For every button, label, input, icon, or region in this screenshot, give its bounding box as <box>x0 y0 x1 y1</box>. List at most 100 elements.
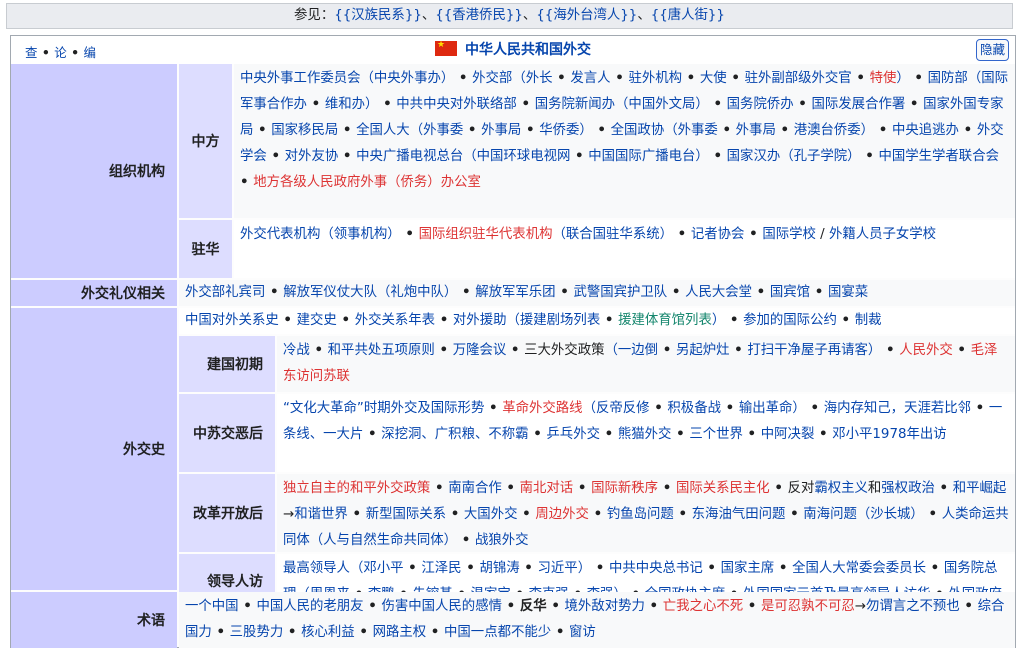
navbox-link[interactable]: 南北对话 <box>520 481 574 496</box>
navbox-link[interactable]: 中央广播电视总台 <box>356 149 463 164</box>
navbox-link[interactable]: 国务院侨办 <box>727 97 794 112</box>
navbox-link[interactable]: （援建剧场列表 <box>506 313 600 328</box>
navbox-link[interactable]: 解放军仪仗大队 <box>283 285 377 300</box>
navbox-link[interactable]: 最高领导人 <box>283 561 350 576</box>
navbox-link[interactable]: 全国人大常委会委员长 <box>792 561 926 576</box>
navbox-link[interactable]: 中共中央总书记 <box>609 561 703 576</box>
navbox-link[interactable]: 三股势力 <box>230 625 284 640</box>
navbox-link[interactable]: 核心利益 <box>301 625 355 640</box>
navbox-link[interactable]: 国际学校 <box>762 227 816 242</box>
navbox-link[interactable]: 深挖洞、广积粮、不称霸 <box>381 427 528 442</box>
navbox-link[interactable]: 国家主席 <box>721 561 775 576</box>
navbox-link[interactable]: 国宾馆 <box>770 285 810 300</box>
navbox-link[interactable]: （一边倒 <box>604 343 658 358</box>
navbox-link[interactable]: “文化大革命”时期外交及国际形势 <box>283 401 484 416</box>
navbox-link[interactable]: 境外敌对势力 <box>565 599 645 614</box>
navbox-link[interactable]: （中国外文局） <box>615 97 709 112</box>
navbox-link[interactable]: （外事委 <box>410 123 464 138</box>
title-link[interactable]: 中华人民共和国外交 <box>465 42 591 58</box>
navbox-link[interactable]: 全国政协 <box>611 123 665 138</box>
navbox-link[interactable]: 记者协会 <box>691 227 745 242</box>
navbox-link[interactable]: 外交部礼宾司 <box>185 285 265 300</box>
navbox-link[interactable]: 邓小平1978年出访 <box>832 427 946 442</box>
navbox-link[interactable]: 国际关系民主化 <box>676 481 770 496</box>
navbox-link[interactable]: 国际新秩序 <box>591 481 658 496</box>
navbox-link[interactable]: 外籍人员子女学校 <box>829 227 936 242</box>
navbox-link[interactable]: 胡锦涛 <box>479 561 519 576</box>
navbox-link[interactable]: 东海油气田问题 <box>692 507 786 522</box>
hide-button[interactable]: 隐藏 <box>975 39 1009 61</box>
navbox-link[interactable]: 驻外机构 <box>628 71 682 86</box>
navbox-link[interactable]: 华侨委） <box>539 123 593 138</box>
navbox-link[interactable]: （联合国驻华系统） <box>552 227 673 242</box>
navbox-link[interactable]: 钓鱼岛问题 <box>607 507 674 522</box>
navbox-link[interactable]: 南海问题 <box>803 507 857 522</box>
navbox-link[interactable]: 另起炉灶 <box>676 343 730 358</box>
navbox-link[interactable]: 伤害中国人民的感情 <box>381 599 502 614</box>
navbox-link[interactable]: 国际组织驻华代表机构 <box>419 227 553 242</box>
navbox-link[interactable]: 霸权主义 <box>814 481 868 496</box>
navbox-link[interactable]: 和平崛起 <box>953 481 1007 496</box>
navbox-link[interactable]: 是可忍孰不可忍 <box>761 599 855 614</box>
navbox-link[interactable]: 独立自主的和平外交政策 <box>283 481 430 496</box>
navbox-link[interactable]: 中国人民的老朋友 <box>256 599 363 614</box>
navbox-link[interactable]: 战狼外交 <box>475 533 529 548</box>
navbox-link[interactable]: 外交关系年表 <box>355 313 435 328</box>
navbox-link[interactable]: 制裁 <box>855 313 882 328</box>
navbox-link[interactable]: （外事委 <box>664 123 718 138</box>
navbox-link[interactable]: 大国外交 <box>464 507 518 522</box>
navbox-link[interactable]: ） <box>896 71 909 86</box>
see-also-link[interactable]: {{汉族民系}} <box>334 8 422 23</box>
navbox-link[interactable]: 网路主权 <box>373 625 427 640</box>
navbox-link[interactable]: 解放军军乐团 <box>475 285 555 300</box>
navbox-link[interactable]: （领事机构） <box>320 227 400 242</box>
navbox-link[interactable]: 人民外交 <box>899 343 953 358</box>
see-also-link[interactable]: {{海外台湾人}} <box>536 8 637 23</box>
see-also-link[interactable]: {{唐人街}} <box>651 8 725 23</box>
navbox-link[interactable]: 乒乓外交 <box>546 427 600 442</box>
navbox-link[interactable]: 亡我之心不死 <box>663 599 743 614</box>
navbox-link[interactable]: 打扫干净屋子再请客） <box>747 343 881 358</box>
navbox-link[interactable]: 国家汉办 <box>727 149 781 164</box>
navbox-link[interactable]: 中国一点都不能少 <box>444 625 551 640</box>
navbox-link[interactable]: 中国对外关系史 <box>185 313 279 328</box>
navbox-link[interactable]: 窗访 <box>569 625 596 640</box>
navbox-link[interactable]: 熊猫外交 <box>618 427 672 442</box>
navbox-link[interactable]: 万隆会议 <box>453 343 507 358</box>
navbox-link[interactable]: 外事局 <box>481 123 521 138</box>
navbox-link[interactable]: 国家移民局 <box>271 123 338 138</box>
navbox-link[interactable]: （人与自然生命共同体） <box>310 533 457 548</box>
navbox-link[interactable]: 国际发展合作署 <box>812 97 906 112</box>
navbox-link[interactable]: 港澳台侨委） <box>794 123 874 138</box>
navbox-link[interactable]: 和平共处五项原则 <box>328 343 435 358</box>
navbox-link[interactable]: 中阿决裂 <box>761 427 815 442</box>
navbox-link[interactable]: 中央外事工作委员会 <box>240 71 361 86</box>
navbox-link[interactable]: 国宴菜 <box>828 285 868 300</box>
navbox-link[interactable]: 武警国宾护卫队 <box>573 285 667 300</box>
navbox-link[interactable]: 中国学生学者联合会 <box>878 149 999 164</box>
navbox-link[interactable]: 参加的国际公约 <box>743 313 837 328</box>
navbox-link[interactable]: 南南合作 <box>448 481 502 496</box>
navbox-link[interactable]: 外交部 <box>472 71 512 86</box>
navbox-link[interactable]: （沙长城） <box>857 507 924 522</box>
navbox-link[interactable]: 特使 <box>870 71 897 86</box>
navbox-link[interactable]: 中国国际广播电台） <box>588 149 709 164</box>
navbox-link[interactable]: 外交代表机构 <box>240 227 320 242</box>
navbox-link[interactable]: 积极备战 <box>667 401 721 416</box>
navbox-link[interactable]: 勿谓言之不预也 <box>866 599 960 614</box>
navbox-link[interactable]: 输出革命） <box>739 401 806 416</box>
navbox-link[interactable]: 建交史 <box>297 313 337 328</box>
navbox-link[interactable]: 一个中国 <box>185 599 239 614</box>
navbox-link[interactable]: 江泽民 <box>421 561 461 576</box>
navbox-link[interactable]: （反帝反修 <box>583 401 650 416</box>
navbox-link[interactable]: 驻外副部级外交官 <box>745 71 852 86</box>
navbox-link[interactable]: 援建体育馆列表 <box>618 313 712 328</box>
navbox-link[interactable]: 革命外交路线 <box>502 401 582 416</box>
navbox-link[interactable]: 海内存知己，天涯若比邻 <box>824 401 971 416</box>
navbox-link[interactable]: 发言人 <box>570 71 610 86</box>
navbox-link[interactable]: 周边外交 <box>535 507 589 522</box>
navbox-link[interactable]: 三个世界 <box>689 427 743 442</box>
navbox-link[interactable]: （中央外事办） <box>361 71 455 86</box>
navbox-link[interactable]: 对外友协 <box>285 149 339 164</box>
navbox-link[interactable]: （礼炮中队） <box>377 285 457 300</box>
